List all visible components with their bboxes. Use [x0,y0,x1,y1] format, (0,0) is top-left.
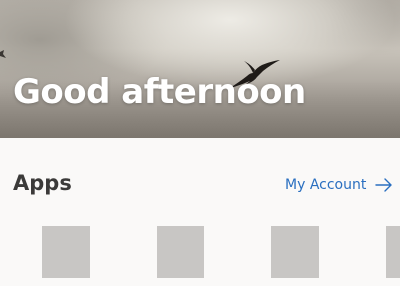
my-account-link[interactable]: My Account [285,177,393,193]
office-home-page: Good afternoon Apps My Account [0,0,400,286]
hero-banner: Good afternoon [0,0,400,138]
app-tile[interactable] [42,226,90,278]
arrow-right-icon [375,178,393,192]
greeting-title: Good afternoon [13,72,306,112]
app-tile[interactable] [157,226,204,278]
my-account-label: My Account [285,177,367,193]
app-tile[interactable] [271,226,319,278]
hero-edge-mark [0,50,6,58]
apps-section-title: Apps [13,171,72,195]
app-tile[interactable] [386,226,400,278]
